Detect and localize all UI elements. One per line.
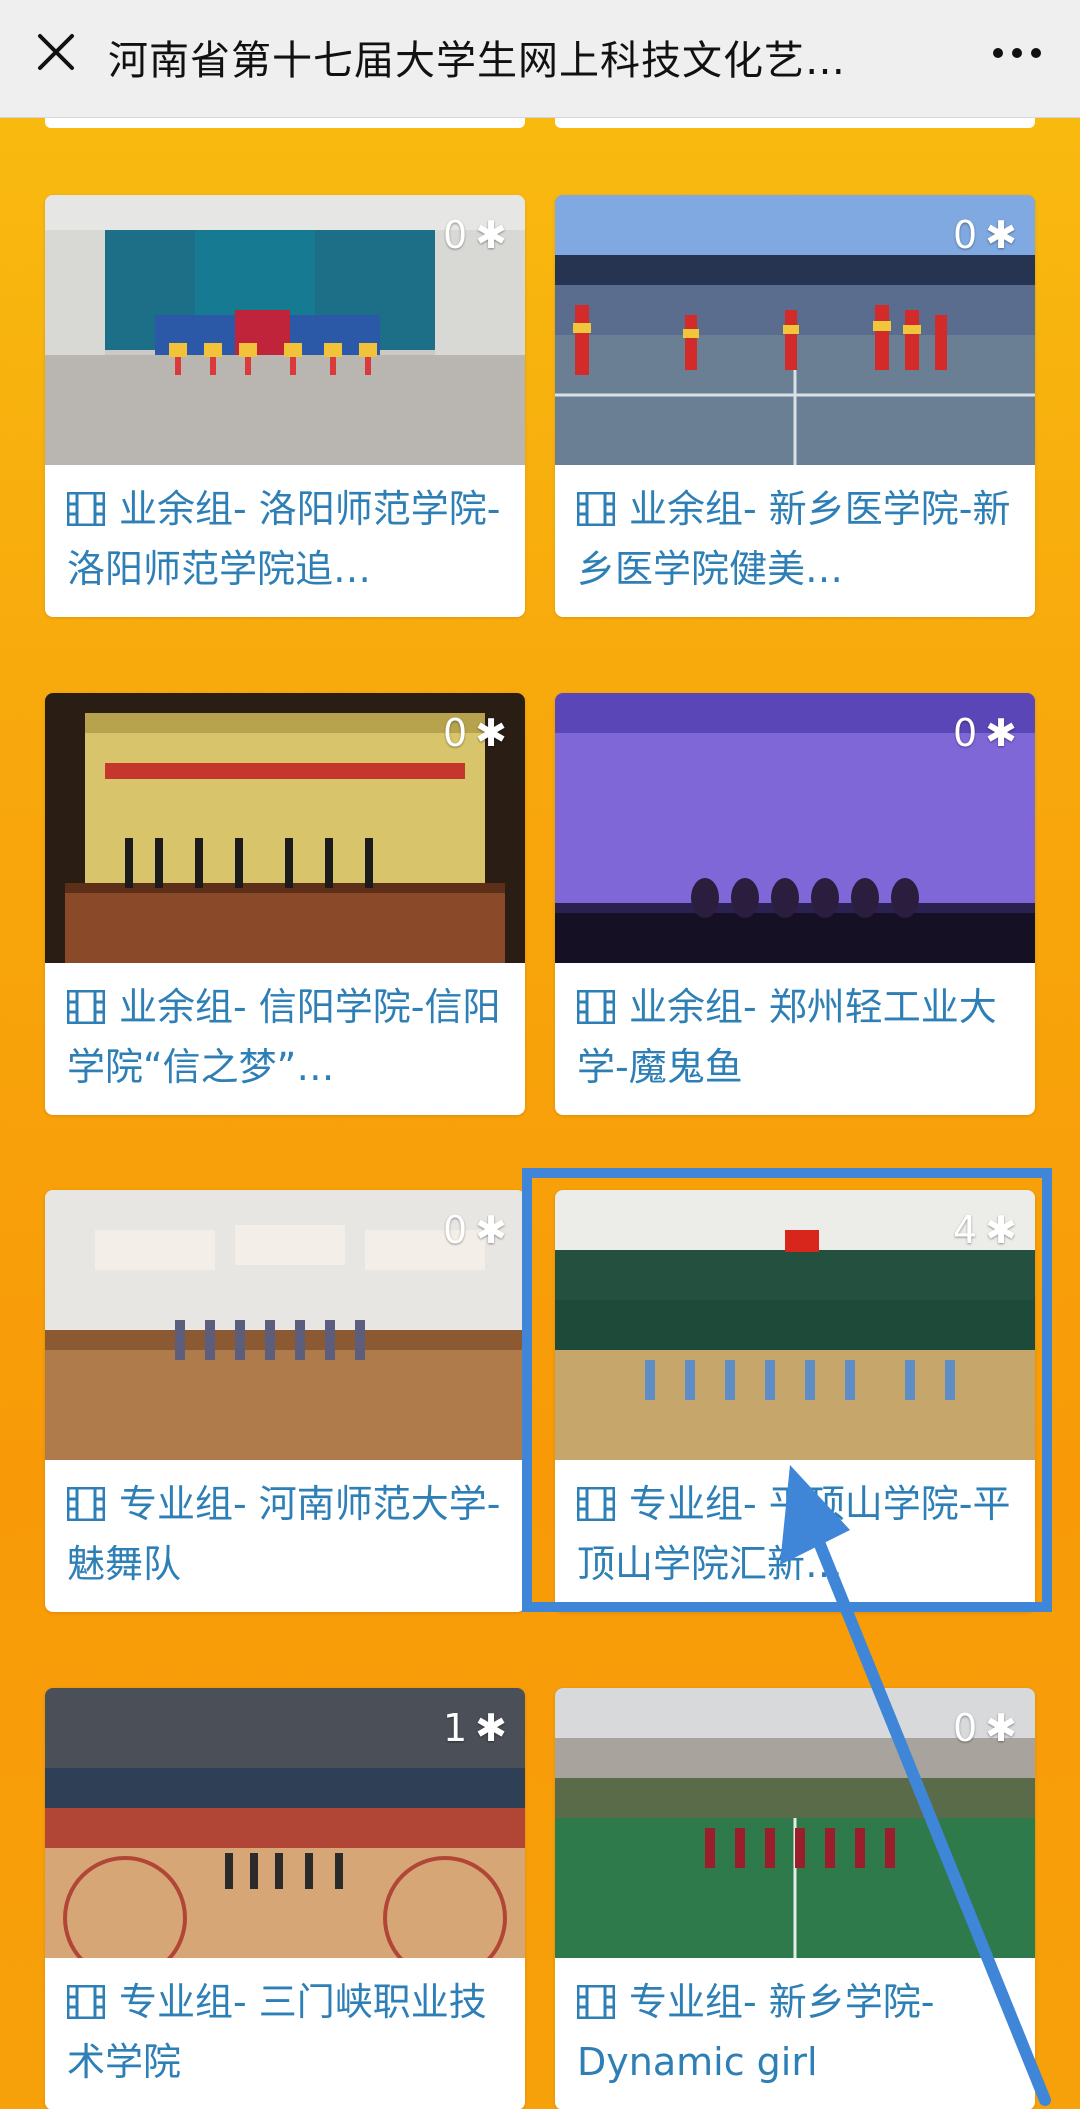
- asterisk-like-icon: ✱: [475, 711, 507, 755]
- video-card[interactable]: 0 ✱ 业余组- 新乡医学院-新乡医学院健美…: [555, 195, 1035, 617]
- like-count: 0 ✱: [952, 711, 1017, 755]
- video-card[interactable]: 0 ✱ 专业组- 新乡学院-Dynamic girl: [555, 1688, 1035, 2109]
- video-card[interactable]: 0 ✱ 业余组- 信阳学院-信阳学院“信之梦”…: [45, 693, 525, 1115]
- video-card[interactable]: 4 ✱ 专业组- 平顶山学院-平顶山学院汇新…: [555, 1190, 1035, 1612]
- like-count: 0 ✱: [952, 1706, 1017, 1750]
- video-caption[interactable]: 专业组- 河南师范大学-魅舞队: [67, 1474, 507, 1598]
- like-count: 0 ✱: [442, 711, 507, 755]
- video-card[interactable]: 0 ✱ 业余组- 洛阳师范学院-洛阳师范学院追…: [45, 195, 525, 617]
- film-icon: [67, 1985, 105, 2019]
- video-caption[interactable]: 业余组- 新乡医学院-新乡医学院健美…: [577, 479, 1017, 603]
- previous-card-edge: [45, 118, 525, 128]
- asterisk-like-icon: ✱: [985, 1706, 1017, 1750]
- top-bar: 河南省第十七届大学生网上科技文化艺…: [0, 0, 1080, 118]
- video-card[interactable]: 1 ✱ 专业组- 三门峡职业技术学院: [45, 1688, 525, 2109]
- video-caption[interactable]: 专业组- 平顶山学院-平顶山学院汇新…: [577, 1474, 1017, 1598]
- like-count: 1 ✱: [442, 1706, 507, 1750]
- asterisk-like-icon: ✱: [475, 1706, 507, 1750]
- asterisk-like-icon: ✱: [475, 1208, 507, 1252]
- video-caption[interactable]: 业余组- 郑州轻工业大学-魔鬼鱼: [577, 977, 1017, 1101]
- page-title: 河南省第十七届大学生网上科技文化艺…: [108, 38, 846, 84]
- asterisk-like-icon: ✱: [985, 213, 1017, 257]
- film-icon: [67, 990, 105, 1024]
- video-caption[interactable]: 专业组- 新乡学院-Dynamic girl: [577, 1972, 1017, 2096]
- like-count: 0 ✱: [442, 1208, 507, 1252]
- asterisk-like-icon: ✱: [985, 711, 1017, 755]
- film-icon: [67, 492, 105, 526]
- film-icon: [577, 1487, 615, 1521]
- more-icon[interactable]: [982, 28, 1052, 78]
- like-count: 0 ✱: [952, 213, 1017, 257]
- film-icon: [577, 1985, 615, 2019]
- previous-card-edge: [555, 118, 1035, 128]
- like-count: 0 ✱: [442, 213, 507, 257]
- video-caption[interactable]: 业余组- 信阳学院-信阳学院“信之梦”…: [67, 977, 507, 1101]
- close-icon[interactable]: [28, 24, 84, 80]
- asterisk-like-icon: ✱: [475, 213, 507, 257]
- video-caption[interactable]: 专业组- 三门峡职业技术学院: [67, 1972, 507, 2096]
- film-icon: [577, 492, 615, 526]
- video-card[interactable]: 0 ✱ 专业组- 河南师范大学-魅舞队: [45, 1190, 525, 1612]
- film-icon: [67, 1487, 105, 1521]
- like-count: 4 ✱: [952, 1208, 1017, 1252]
- video-caption[interactable]: 业余组- 洛阳师范学院-洛阳师范学院追…: [67, 479, 507, 603]
- video-card[interactable]: 0 ✱ 业余组- 郑州轻工业大学-魔鬼鱼: [555, 693, 1035, 1115]
- asterisk-like-icon: ✱: [985, 1208, 1017, 1252]
- film-icon: [577, 990, 615, 1024]
